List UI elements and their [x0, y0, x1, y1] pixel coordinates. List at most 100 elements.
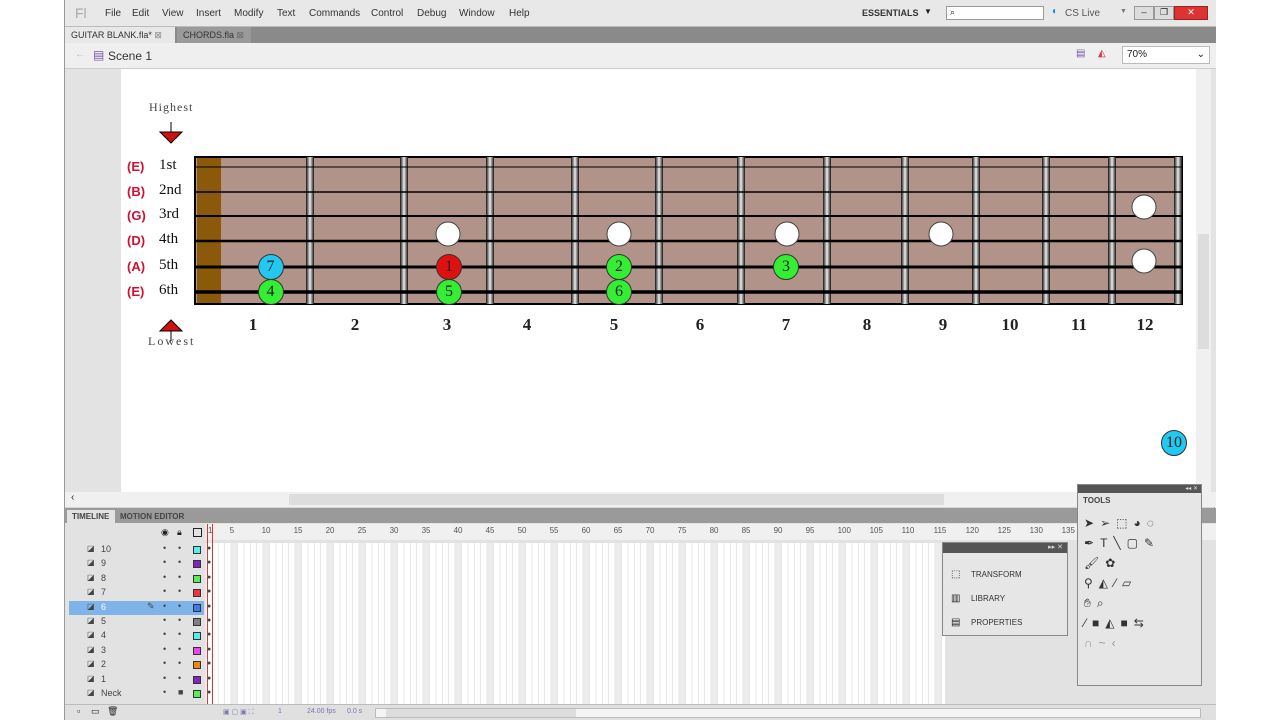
layer-name[interactable]: 4	[101, 630, 106, 640]
scale-degree-note[interactable]: 2	[606, 254, 632, 280]
lock-dot[interactable]: •	[178, 557, 181, 567]
search-input[interactable]: ⌕	[946, 6, 1044, 20]
pen-tool-icon[interactable]: ✒	[1084, 536, 1100, 550]
stroke-color-icon[interactable]: ⁄■	[1084, 616, 1105, 630]
layer-name[interactable]: 1	[101, 674, 106, 684]
close-button[interactable]: ✕	[1174, 6, 1208, 20]
close-icon[interactable]: ⊠	[154, 30, 162, 40]
menu-insert[interactable]: Insert	[196, 8, 221, 19]
menu-text[interactable]: Text	[277, 8, 295, 19]
layer-color-swatch[interactable]	[193, 560, 201, 569]
lock-dot[interactable]: •	[178, 673, 181, 683]
scale-degree-note[interactable]: 7	[257, 254, 284, 280]
keyframe[interactable]: ●	[207, 545, 211, 552]
lock-dot[interactable]: •	[178, 629, 181, 639]
minimize-button[interactable]: –	[1134, 6, 1154, 20]
lock-dot[interactable]: •	[178, 601, 181, 611]
visibility-dot[interactable]: •	[163, 572, 166, 582]
edit-scene-icon[interactable]: ▤	[1076, 48, 1085, 59]
layer-row[interactable]: ◪ 9 • • ●	[69, 557, 211, 571]
frame-ruler[interactable]: 1 5 10 15 20 25 30 35 40 45 50 55 60 65 70 75 80 85 90 95 10…	[205, 524, 1216, 540]
layer-row[interactable]: ◪ 10 • • ●	[69, 543, 211, 557]
keyframe[interactable]: ●	[207, 631, 211, 638]
layer-name[interactable]: 5	[101, 616, 106, 626]
hand-tool-icon[interactable]: ✋︎	[1084, 596, 1097, 610]
tab-chords[interactable]: CHORDS.fla ⊠	[177, 27, 251, 43]
swap-colors-icon[interactable]: ⇆	[1134, 616, 1150, 630]
panel-header[interactable]: ▸▸ ✕	[943, 543, 1067, 553]
layer-name[interactable]: Neck	[101, 688, 122, 698]
layer-color-swatch[interactable]	[193, 661, 201, 670]
eye-icon[interactable]: ◉	[161, 527, 169, 538]
layer-row[interactable]: ◪ 5 • • ●	[69, 615, 211, 629]
layer-color-swatch[interactable]	[193, 618, 201, 626]
menu-control[interactable]: Control	[371, 8, 403, 19]
layer-color-swatch[interactable]	[193, 646, 201, 655]
keyframe[interactable]: ●	[207, 588, 211, 595]
fill-color-icon[interactable]: ◭■	[1105, 616, 1133, 630]
scale-degree-note[interactable]: 1	[436, 254, 462, 280]
tab-timeline[interactable]: TIMELINE	[67, 510, 115, 523]
panel-properties[interactable]: PROPERTIES	[971, 618, 1022, 627]
panel-transform[interactable]: TRANSFORM	[971, 570, 1022, 579]
keyframe[interactable]: ●	[207, 660, 211, 667]
layer-color-swatch[interactable]	[193, 574, 201, 583]
layer-row[interactable]: ◪ 3 • • ●	[69, 644, 211, 658]
bone-tool-icon[interactable]: ⚲	[1084, 576, 1099, 590]
lock-dot[interactable]: •	[178, 543, 181, 553]
pencil-tool-icon[interactable]: ✎	[1144, 536, 1160, 550]
line-tool-icon[interactable]: ╲	[1113, 536, 1126, 550]
back-arrow-icon[interactable]: ←	[75, 49, 85, 60]
eraser-icon[interactable]: ▱	[1122, 576, 1137, 590]
keyframe[interactable]: ●	[207, 617, 211, 624]
scale-degree-note[interactable]: 4	[257, 279, 284, 305]
layer-row[interactable]: ◪ 2 • • ●	[69, 658, 211, 672]
workspace-switcher[interactable]: ESSENTIALS	[862, 8, 919, 18]
lock-dot[interactable]: •	[178, 615, 181, 625]
layer-row[interactable]: ◪ 7 • • ●	[69, 586, 211, 600]
horizontal-scrollbar[interactable]: ‹	[65, 492, 1216, 507]
outline-icon[interactable]	[193, 528, 202, 537]
keyframe[interactable]: ●	[207, 646, 211, 653]
lock-dot[interactable]: •	[178, 644, 181, 654]
tab-motion-editor[interactable]: MOTION EDITOR	[117, 510, 192, 523]
keyframe[interactable]: ●	[207, 559, 211, 566]
layer-name[interactable]: 2	[101, 659, 106, 669]
floating-note-marker[interactable]: 10	[1161, 430, 1187, 456]
keyframe[interactable]: ●	[207, 675, 211, 682]
layer-color-swatch[interactable]	[193, 603, 201, 612]
chevron-down-icon[interactable]: ▼	[1120, 8, 1127, 15]
layer-row[interactable]: ◪ 8 • • ●	[69, 572, 211, 586]
vertical-scrollbar[interactable]	[1196, 69, 1211, 492]
paint-bucket-icon[interactable]: ◭	[1099, 576, 1114, 590]
scale-degree-note[interactable]: 3	[773, 254, 799, 280]
deco-tool-icon[interactable]: ✿	[1105, 556, 1121, 570]
cs-live-button[interactable]: CS Live	[1065, 8, 1100, 19]
layer-name[interactable]: 9	[101, 558, 106, 568]
keyframe[interactable]: ●	[207, 603, 211, 610]
tab-guitar-blank[interactable]: GUITAR BLANK.fla* ⊠	[65, 27, 175, 43]
frame-rate[interactable]: 24.00 fps	[307, 708, 336, 715]
layer-row[interactable]: ◪ 1 • • ●	[69, 673, 211, 687]
panel-header[interactable]: ◂◂ ✕	[1078, 485, 1201, 493]
close-icon[interactable]: ⊠	[237, 30, 245, 40]
layer-name[interactable]: 10	[101, 544, 111, 554]
layer-row[interactable]: ◪ 6 ✎ • • ●	[69, 600, 211, 615]
keyframe[interactable]: ●	[207, 574, 211, 581]
3d-rotation-icon[interactable]: ◕	[1133, 516, 1146, 530]
scale-degree-note[interactable]: 5	[436, 279, 462, 305]
restore-button[interactable]: ❐	[1154, 6, 1174, 20]
subselection-tool-icon[interactable]: ➢	[1100, 516, 1116, 530]
layer-color-swatch[interactable]	[193, 632, 201, 641]
straighten-icon[interactable]: ‹	[1112, 636, 1122, 650]
brush-tool-icon[interactable]: 🖌︎	[1084, 556, 1105, 570]
visibility-dot[interactable]: •	[163, 557, 166, 567]
eyedropper-icon[interactable]: ⁄	[1114, 576, 1122, 590]
zoom-select[interactable]: 70% ⌄	[1122, 46, 1210, 64]
lock-dot[interactable]: •	[178, 658, 181, 668]
visibility-dot[interactable]: •	[163, 601, 166, 611]
layer-name[interactable]: 8	[101, 573, 106, 583]
stage[interactable]: Highest Lowest (E) 1st (B) 2nd (G) 3rd (D) 4th (A)…	[121, 69, 1196, 492]
smooth-icon[interactable]: ~	[1099, 636, 1112, 650]
snap-icon[interactable]: ∩	[1084, 636, 1099, 650]
